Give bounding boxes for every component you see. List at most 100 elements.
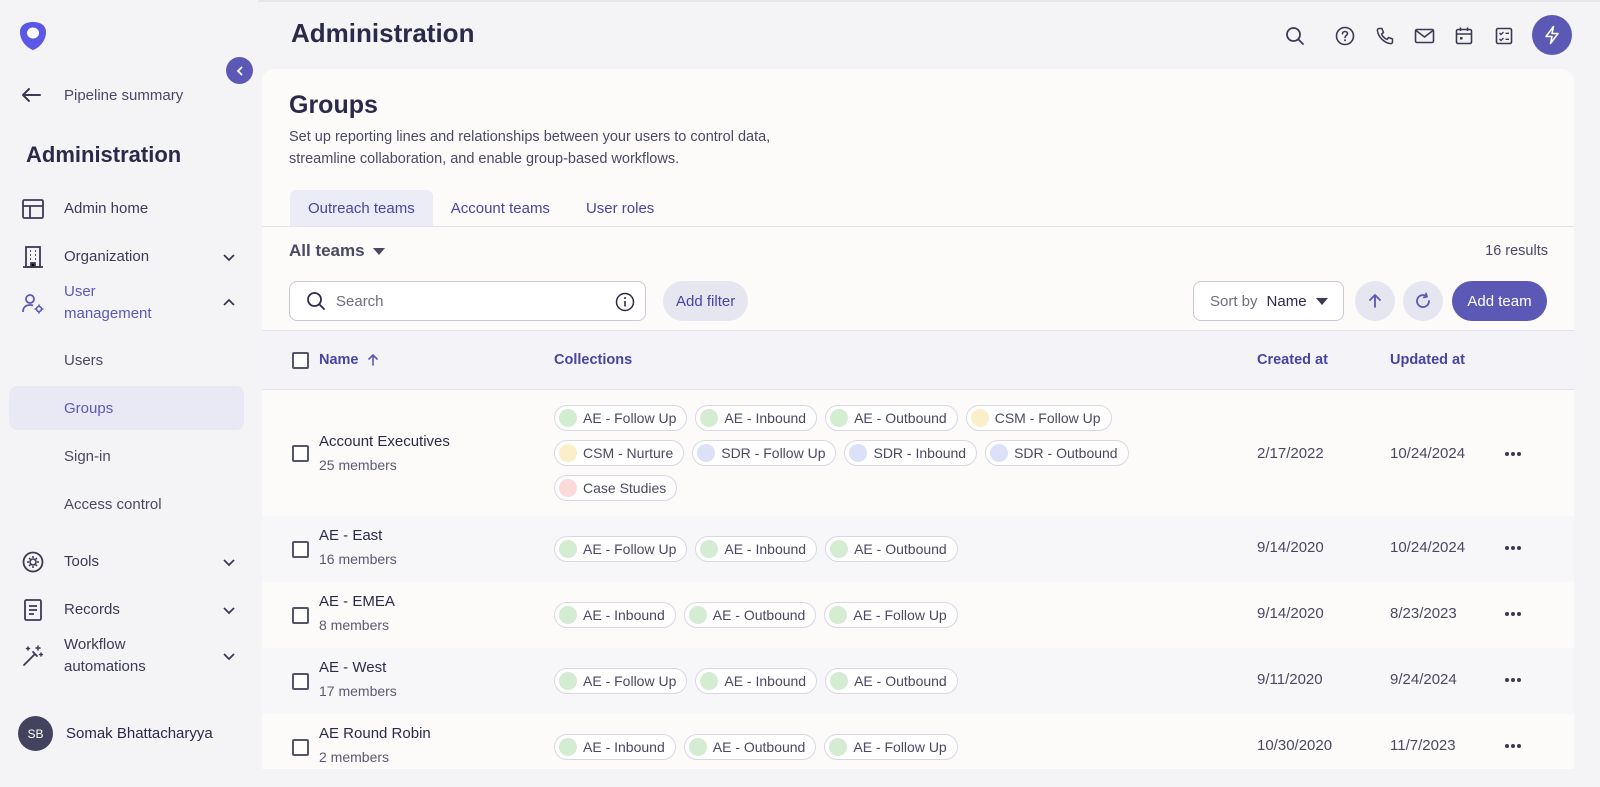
sidebar-item-records[interactable]: Records [20, 597, 240, 623]
table-row[interactable]: AE Round Robin 2 members AE - Inbound AE … [262, 714, 1574, 769]
team-name[interactable]: AE - EMEA [319, 593, 395, 610]
table-row[interactable]: Account Executives 25 members AE - Follo… [262, 391, 1574, 516]
collection-label: AE - Follow Up [853, 607, 947, 623]
row-checkbox[interactable] [292, 607, 309, 624]
help-icon[interactable] [1334, 25, 1356, 47]
collection-label: AE - Follow Up [853, 739, 947, 755]
collection-chip[interactable]: AE - Inbound [554, 602, 676, 628]
add-filter-button[interactable]: Add filter [663, 281, 749, 321]
collection-chip[interactable]: AE - Inbound [554, 734, 676, 760]
collection-label: AE - Outbound [712, 739, 806, 755]
search-input[interactable] [336, 292, 596, 310]
tab-bar: Outreach teams Account teams User roles [290, 190, 672, 226]
sidebar-item-organization[interactable]: Organization [20, 244, 240, 270]
user-name: Somak Bhattacharyya [66, 725, 213, 742]
collection-color-dot [700, 672, 719, 690]
row-checkbox[interactable] [292, 445, 309, 462]
chevron-down-icon [223, 254, 235, 262]
collection-chip[interactable]: AE - Outbound [825, 668, 958, 694]
collection-chip[interactable]: AE - Follow Up [554, 536, 688, 562]
team-name[interactable]: AE - East [319, 527, 382, 544]
sidebar-item-workflow-automations[interactable]: Workflow automations [20, 634, 240, 678]
table-row[interactable]: AE - EMEA 8 members AE - Inbound AE - Out… [262, 582, 1574, 648]
collection-chip[interactable]: AE - Outbound [683, 734, 817, 760]
row-checkbox[interactable] [292, 673, 309, 690]
sidebar-item-label: User management [64, 283, 152, 322]
caret-down-icon [1315, 297, 1328, 305]
building-icon [20, 244, 46, 270]
back-link[interactable]: Pipeline summary [20, 82, 183, 108]
collection-chip[interactable]: CSM - Nurture [554, 440, 685, 466]
collection-chip[interactable]: AE - Follow Up [554, 668, 688, 694]
collection-chip[interactable]: SDR - Outbound [985, 440, 1129, 466]
column-header-name[interactable]: Name [319, 352, 380, 368]
search-icon [307, 292, 325, 310]
tasks-icon[interactable] [1493, 25, 1515, 47]
collection-chip[interactable]: AE - Inbound [695, 536, 818, 562]
search-icon[interactable] [1284, 25, 1306, 47]
collection-chip[interactable]: CSM - Follow Up [965, 405, 1112, 431]
collection-chip[interactable]: Case Studies [554, 475, 678, 501]
sidebar-item-user-management[interactable]: User management [20, 281, 240, 325]
column-header-created[interactable]: Created at [1257, 352, 1328, 368]
sort-dropdown[interactable]: Sort by Name [1193, 281, 1344, 321]
collection-chip[interactable]: AE - Follow Up [824, 734, 958, 760]
mail-icon[interactable] [1413, 25, 1435, 47]
quick-actions-button[interactable] [1532, 15, 1572, 55]
collection-chip[interactable]: SDR - Follow Up [692, 440, 837, 466]
more-options-icon[interactable] [1502, 451, 1524, 457]
sidebar-subitem-access-control[interactable]: Access control [9, 482, 244, 526]
sidebar-item-tools[interactable]: Tools [20, 549, 240, 575]
collection-chip[interactable]: AE - Follow Up [824, 602, 958, 628]
sidebar-subitem-groups[interactable]: Groups [9, 386, 244, 430]
tab-account-teams[interactable]: Account teams [433, 190, 568, 226]
table-header: Name Collections Created at Updated at [262, 330, 1574, 390]
sidebar-subitem-users[interactable]: Users [9, 338, 244, 382]
sidebar-title: Administration [26, 142, 182, 167]
sort-direction-button[interactable] [1355, 281, 1395, 321]
app-logo-icon[interactable] [18, 20, 48, 52]
collection-chip[interactable]: AE - Inbound [695, 405, 818, 431]
info-icon[interactable] [615, 292, 635, 312]
collection-chip[interactable]: AE - Outbound [825, 536, 958, 562]
calendar-icon[interactable] [1453, 25, 1475, 47]
sidebar-item-admin-home[interactable]: Admin home [20, 196, 240, 222]
refresh-button[interactable] [1403, 281, 1443, 321]
tab-user-roles[interactable]: User roles [568, 190, 672, 226]
select-all-checkbox[interactable] [292, 352, 309, 369]
row-checkbox[interactable] [292, 541, 309, 558]
collection-chip[interactable]: AE - Outbound [683, 602, 817, 628]
collection-chip[interactable]: AE - Inbound [695, 668, 818, 694]
team-filter-dropdown[interactable]: All teams [289, 241, 385, 261]
collection-color-dot [559, 444, 577, 462]
collection-chip[interactable]: AE - Follow Up [554, 405, 688, 431]
row-checkbox[interactable] [292, 739, 309, 756]
collapse-sidebar-button[interactable] [226, 57, 253, 84]
section-title: Groups [289, 91, 378, 119]
column-header-updated[interactable]: Updated at [1390, 352, 1465, 368]
team-name[interactable]: Account Executives [319, 433, 450, 450]
updated-date: 9/24/2024 [1390, 671, 1457, 688]
collection-label: AE - Inbound [583, 607, 665, 623]
collection-chip[interactable]: SDR - Inbound [844, 440, 978, 466]
table-row[interactable]: AE - West 17 members AE - Follow Up AE - … [262, 648, 1574, 714]
more-options-icon[interactable] [1502, 611, 1524, 617]
collection-chip[interactable]: AE - Outbound [825, 405, 958, 431]
collection-label: AE - Outbound [854, 410, 947, 426]
table-row[interactable]: AE - East 16 members AE - Follow Up AE - … [262, 516, 1574, 582]
sidebar-subitem-sign-in[interactable]: Sign-in [9, 434, 244, 478]
add-team-button[interactable]: Add team [1452, 281, 1547, 321]
tab-outreach-teams[interactable]: Outreach teams [290, 190, 433, 226]
phone-icon[interactable] [1374, 25, 1396, 47]
collection-color-dot [559, 738, 577, 756]
team-name[interactable]: AE - West [319, 659, 386, 676]
collections-list: AE - Inbound AE - Outbound AE - Follow Up [554, 734, 1134, 760]
search-field[interactable] [289, 281, 646, 321]
more-options-icon[interactable] [1502, 743, 1524, 749]
member-count: 17 members [319, 683, 397, 699]
current-user[interactable]: SB Somak Bhattacharyya [18, 716, 213, 751]
team-name[interactable]: AE Round Robin [319, 725, 431, 742]
more-options-icon[interactable] [1502, 677, 1524, 683]
more-options-icon[interactable] [1502, 545, 1524, 551]
sidebar: Pipeline summary Administration Admin ho… [0, 0, 258, 787]
